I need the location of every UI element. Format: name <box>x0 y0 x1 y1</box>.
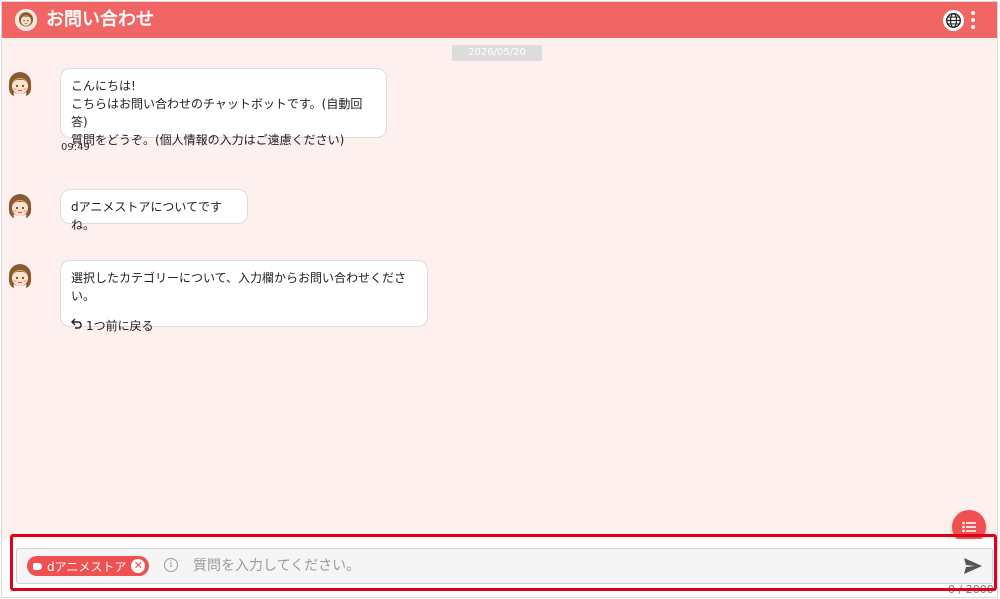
date-separator: 2026/05/20 <box>452 45 542 61</box>
operator-avatar-icon <box>7 192 33 220</box>
back-link[interactable]: 1つ前に戻る <box>71 317 417 335</box>
page-title: お問い合わせ <box>46 9 154 30</box>
kebab-menu-icon[interactable] <box>968 8 978 32</box>
operator-avatar-icon <box>15 9 37 31</box>
chat-window: お問い合わせ 2026/05/20 こんにちは! こちらはお問い合わせのチャット… <box>1 1 998 598</box>
globe-icon[interactable] <box>943 10 964 31</box>
operator-avatar-icon <box>7 262 33 290</box>
info-icon[interactable]: i <box>164 558 178 572</box>
undo-arrow-icon <box>71 317 83 335</box>
message-line: dアニメストアについてですね。 <box>71 200 223 232</box>
list-icon <box>962 518 976 537</box>
message-input-area: dアニメストア ✕ i 質問を入力してください。 0 / 2000 <box>2 539 997 597</box>
category-chip[interactable]: dアニメストア ✕ <box>27 556 150 576</box>
character-counter: 0 / 2000 <box>948 583 994 596</box>
bot-message-bubble: dアニメストアについてですね。 <box>60 189 248 232</box>
message-timestamp: 09:49 <box>61 142 90 153</box>
back-link-label: 1つ前に戻る <box>86 319 154 333</box>
app-header: お問い合わせ <box>2 2 997 38</box>
message-line: 選択したカテゴリーについて、入力欄からお問い合わせください。 <box>71 271 407 303</box>
bot-message-bubble: 選択したカテゴリーについて、入力欄からお問い合わせください。 1つ前に戻る <box>60 260 428 333</box>
tag-icon <box>33 562 42 570</box>
close-icon[interactable]: ✕ <box>131 559 146 573</box>
category-chip-label: dアニメストア <box>47 559 127 574</box>
input-placeholder: 質問を入力してください。 <box>193 558 361 574</box>
message-line: こんにちは! <box>71 79 136 93</box>
operator-avatar-icon <box>7 70 33 98</box>
message-line: 質問をどうぞ。(個人情報の入力はご遠慮ください) <box>71 133 345 147</box>
send-icon[interactable] <box>962 555 984 577</box>
message-input[interactable]: dアニメストア ✕ i 質問を入力してください。 <box>16 548 993 584</box>
message-line: こちらはお問い合わせのチャットボットです。(自動回答) <box>71 97 363 129</box>
bot-message-bubble: こんにちは! こちらはお問い合わせのチャットボットです。(自動回答) 質問をどう… <box>60 68 387 147</box>
